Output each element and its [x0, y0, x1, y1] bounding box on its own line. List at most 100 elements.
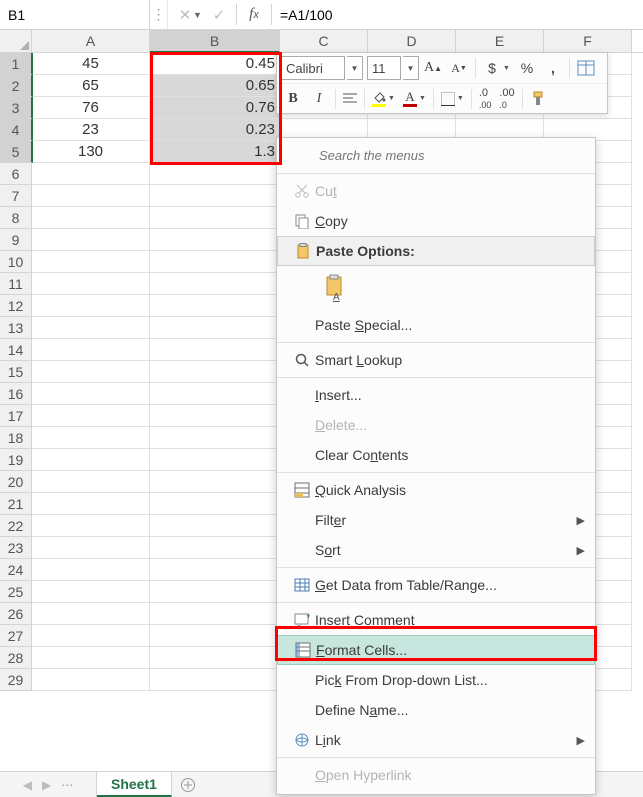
cell-B29[interactable] — [150, 669, 280, 691]
row-header[interactable]: 6 — [0, 163, 32, 185]
menu-item-define-name[interactable]: Define Name... — [277, 695, 595, 725]
cell-B24[interactable] — [150, 559, 280, 581]
cell-B1[interactable]: 0.45 — [150, 53, 280, 75]
sheet-tab-sheet1[interactable]: Sheet1 — [97, 772, 172, 797]
cell-A3[interactable]: 76 — [32, 97, 150, 119]
comma-format-button[interactable]: , — [541, 56, 565, 80]
bold-button[interactable]: B — [281, 87, 305, 111]
row-header[interactable]: 5 — [0, 141, 33, 163]
cell-B28[interactable] — [150, 647, 280, 669]
row-header[interactable]: 11 — [0, 273, 32, 295]
cell-A11[interactable] — [32, 273, 150, 295]
menu-item-link[interactable]: Link ▶ — [277, 725, 595, 755]
menu-search[interactable] — [277, 138, 595, 171]
cell-A20[interactable] — [32, 471, 150, 493]
cell-A6[interactable] — [32, 163, 150, 185]
cell-B2[interactable]: 0.65 — [150, 75, 280, 97]
new-sheet-button[interactable] — [172, 777, 204, 793]
cell-B13[interactable] — [150, 317, 280, 339]
row-header[interactable]: 14 — [0, 339, 32, 361]
row-header[interactable]: 15 — [0, 361, 32, 383]
format-cells-dialog-button[interactable] — [574, 56, 598, 80]
cell-B5[interactable]: 1.3 — [150, 141, 280, 163]
cell-B22[interactable] — [150, 515, 280, 537]
increase-font-button[interactable]: A▲ — [421, 56, 445, 80]
cell-A5[interactable]: 130 — [32, 141, 150, 163]
cell-A22[interactable] — [32, 515, 150, 537]
row-header[interactable]: 1 — [0, 53, 33, 75]
menu-item-cut[interactable]: Cut — [277, 176, 595, 206]
menu-item-quick-analysis[interactable]: Quick Analysis — [277, 475, 595, 505]
cell-A28[interactable] — [32, 647, 150, 669]
cell-A21[interactable] — [32, 493, 150, 515]
menu-item-clear-contents[interactable]: Clear Contents — [277, 440, 595, 470]
row-header[interactable]: 22 — [0, 515, 32, 537]
sheet-nav-arrows[interactable]: ◀ ▶ ⋯ — [0, 778, 96, 792]
row-header[interactable]: 29 — [0, 669, 32, 691]
column-header-d[interactable]: D — [368, 30, 456, 52]
cell-A26[interactable] — [32, 603, 150, 625]
menu-item-open-hyperlink[interactable]: Open Hyperlink — [277, 760, 595, 790]
paste-option-default[interactable]: A — [319, 271, 353, 305]
cell-A17[interactable] — [32, 405, 150, 427]
cell-A13[interactable] — [32, 317, 150, 339]
row-header[interactable]: 2 — [0, 75, 33, 97]
font-size-dropdown-icon[interactable]: ▼ — [403, 56, 419, 80]
font-name-dropdown-icon[interactable]: ▼ — [347, 56, 363, 80]
cell-B21[interactable] — [150, 493, 280, 515]
row-header[interactable]: 21 — [0, 493, 32, 515]
cell-B3[interactable]: 0.76 — [150, 97, 280, 119]
cell-A12[interactable] — [32, 295, 150, 317]
column-header-b[interactable]: B — [150, 30, 280, 53]
cell-A25[interactable] — [32, 581, 150, 603]
menu-search-input[interactable] — [319, 148, 585, 163]
insert-function-button[interactable]: fx — [237, 0, 271, 29]
menu-item-delete[interactable]: Delete... — [277, 410, 595, 440]
row-header[interactable]: 25 — [0, 581, 32, 603]
cell-A1[interactable]: 45 — [32, 53, 150, 75]
row-header[interactable]: 7 — [0, 185, 32, 207]
format-painter-button[interactable] — [527, 87, 549, 111]
font-color-button[interactable]: A ▼ — [400, 87, 429, 111]
menu-item-smart-lookup[interactable]: Smart Lookup — [277, 345, 595, 375]
percent-format-button[interactable]: % — [515, 56, 539, 80]
cell-B15[interactable] — [150, 361, 280, 383]
column-header-a[interactable]: A — [32, 30, 150, 52]
cell-A29[interactable] — [32, 669, 150, 691]
row-header[interactable]: 23 — [0, 537, 32, 559]
menu-item-paste-special[interactable]: Paste Special... — [277, 310, 595, 340]
decrease-font-button[interactable]: A▼ — [447, 56, 471, 80]
column-header-c[interactable]: C — [280, 30, 368, 52]
row-header[interactable]: 18 — [0, 427, 32, 449]
cell-B27[interactable] — [150, 625, 280, 647]
menu-item-get-data[interactable]: Get Data from Table/Range... — [277, 570, 595, 600]
cell-B8[interactable] — [150, 207, 280, 229]
row-header[interactable]: 8 — [0, 207, 32, 229]
row-header[interactable]: 12 — [0, 295, 32, 317]
cell-A4[interactable]: 23 — [32, 119, 150, 141]
row-header[interactable]: 24 — [0, 559, 32, 581]
row-header[interactable]: 9 — [0, 229, 32, 251]
row-header[interactable]: 4 — [0, 119, 33, 141]
cell-A27[interactable] — [32, 625, 150, 647]
cell-B11[interactable] — [150, 273, 280, 295]
chevron-right-icon[interactable]: ▶ — [42, 778, 51, 792]
menu-item-pick-list[interactable]: Pick From Drop-down List... — [277, 665, 595, 695]
row-header[interactable]: 19 — [0, 449, 32, 471]
cell-B19[interactable] — [150, 449, 280, 471]
cell-B9[interactable] — [150, 229, 280, 251]
cell-B17[interactable] — [150, 405, 280, 427]
font-size-combo[interactable]: 11 — [367, 56, 401, 80]
row-header[interactable]: 28 — [0, 647, 32, 669]
column-header-f[interactable]: F — [544, 30, 632, 52]
cell-B16[interactable] — [150, 383, 280, 405]
row-header[interactable]: 10 — [0, 251, 32, 273]
select-all-corner[interactable] — [0, 30, 32, 52]
cell-A16[interactable] — [32, 383, 150, 405]
row-header[interactable]: 20 — [0, 471, 32, 493]
menu-item-sort[interactable]: Sort ▶ — [277, 535, 595, 565]
cell-A10[interactable] — [32, 251, 150, 273]
borders-button[interactable]: ▼ — [438, 87, 467, 111]
row-header[interactable]: 26 — [0, 603, 32, 625]
fill-color-button[interactable]: ▼ — [369, 87, 398, 111]
